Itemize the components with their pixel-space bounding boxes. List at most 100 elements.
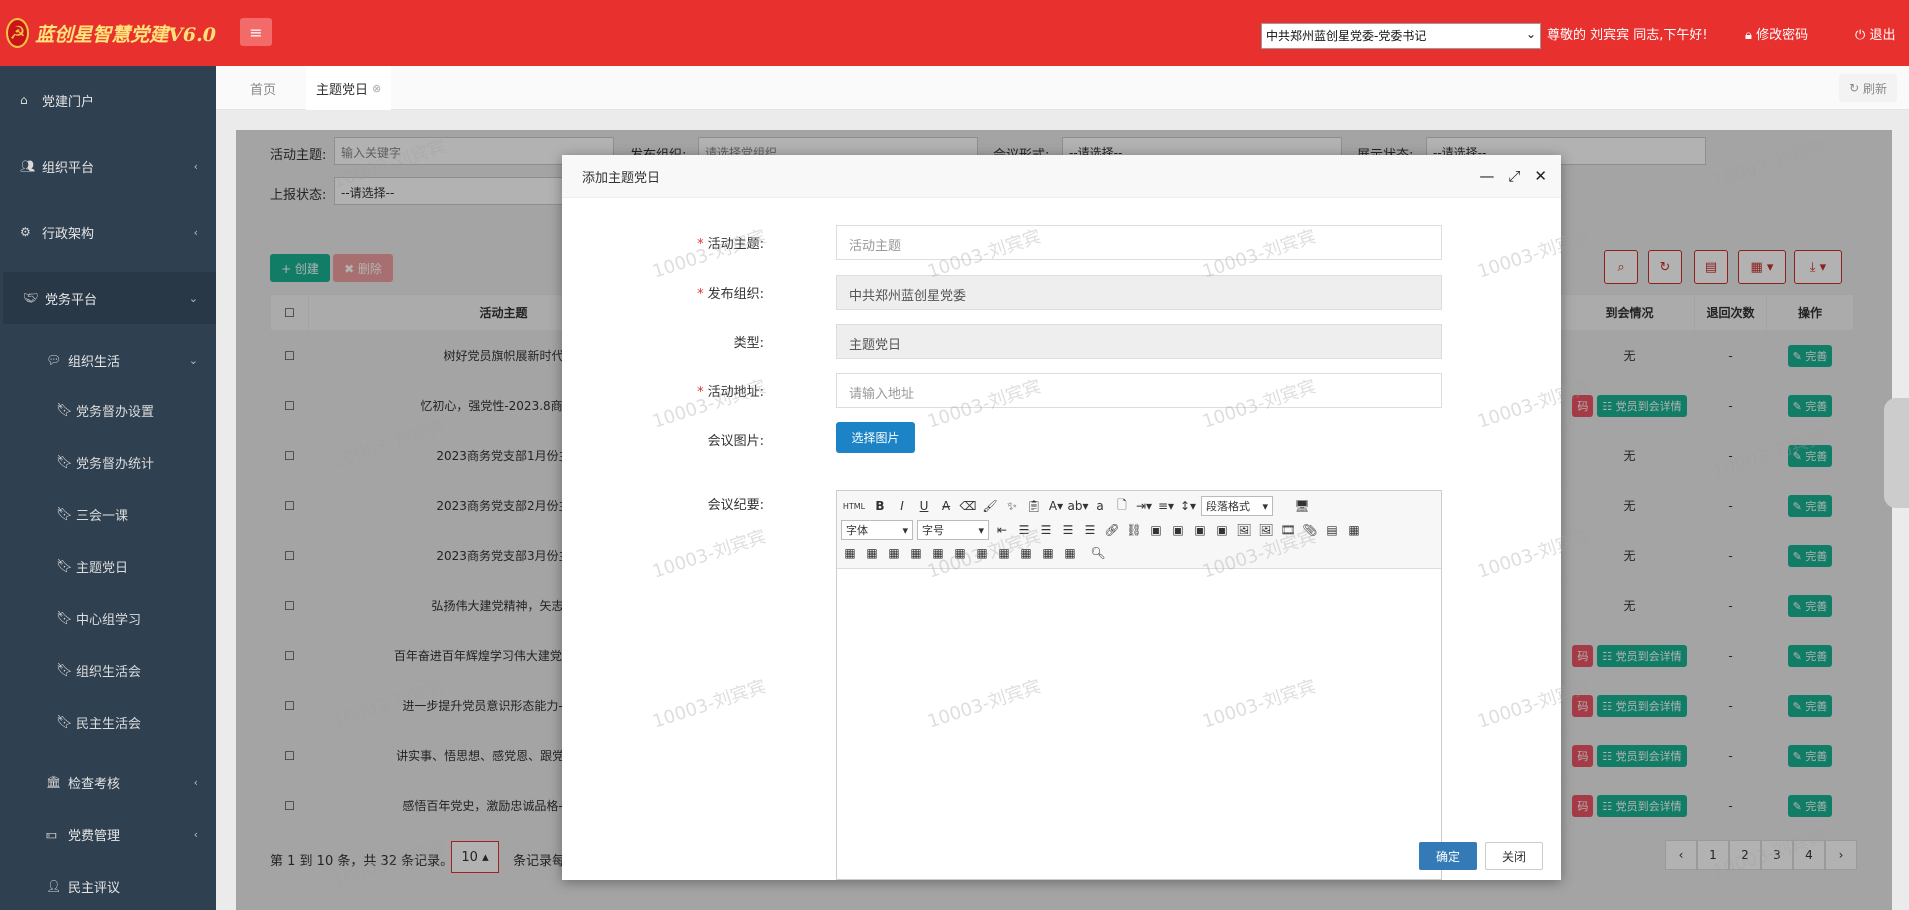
type-field[interactable]: 主题党日 [836, 324, 1442, 359]
topic-label: * 活动主题: [697, 237, 764, 252]
split-rows-icon[interactable]: ▦ [1039, 544, 1057, 562]
sidebar-item-org-platform[interactable]: 👥︎ 组织平台 ‹ [0, 140, 216, 192]
image-label: 会议图片: [707, 434, 764, 449]
image-icon[interactable]: 🖼︎ [1235, 521, 1253, 539]
chevron-down-icon: ⌄ [188, 291, 198, 305]
select-image-button[interactable]: 选择图片 [836, 422, 915, 453]
close-button[interactable]: 关闭 [1485, 842, 1543, 870]
image-none-icon[interactable]: ▣ [1191, 521, 1209, 539]
split-cols-icon[interactable]: ▦ [1061, 544, 1079, 562]
outdent-icon[interactable]: ⇤ [993, 521, 1011, 539]
sidebar-item-admin-structure[interactable]: ⚙ 行政架构 ‹ [0, 206, 216, 258]
align-center-icon[interactable]: ☰ [1037, 521, 1055, 539]
home-icon: ⌂ [20, 93, 28, 107]
align-left-icon[interactable]: ☰ [1015, 521, 1033, 539]
strike-icon[interactable]: A̶ [937, 497, 955, 515]
video-icon[interactable]: 🎞︎ [1279, 521, 1297, 539]
insert-col-icon[interactable]: ▦ [907, 544, 925, 562]
paste-icon[interactable]: 📋︎ [1025, 497, 1043, 515]
sidebar-sub-democratic-life[interactable]: 🔖︎ 民主生活会 [0, 696, 216, 748]
html-source-icon[interactable]: HTML [841, 497, 867, 515]
users-icon: 👥︎ [20, 159, 36, 173]
indent-icon[interactable]: ⇥▾ [1135, 497, 1153, 515]
refresh-button[interactable]: ↻ 刷新 [1839, 74, 1897, 102]
close-icon[interactable]: ✕ [1534, 167, 1547, 185]
table-icon[interactable]: ▦ [1345, 521, 1363, 539]
delete-table-icon[interactable]: ▦ [841, 544, 859, 562]
image-right-icon[interactable]: ▣ [1169, 521, 1187, 539]
minimize-icon[interactable]: — [1479, 167, 1494, 185]
sidebar-item-inspection[interactable]: 🏛︎ 检查考核 ‹ [0, 756, 216, 808]
align-icon[interactable]: ≡▾ [1157, 497, 1175, 515]
lock-icon: 🔒︎ [1745, 28, 1752, 43]
line-height-icon[interactable]: ↕▾ [1179, 497, 1197, 515]
text-box-icon[interactable]: a [1091, 497, 1109, 515]
cogs-icon: ⚙ [20, 225, 31, 239]
merge-right-icon[interactable]: ▦ [973, 544, 991, 562]
side-speed-widget[interactable] [1884, 398, 1909, 508]
italic-icon[interactable]: I [893, 497, 911, 515]
sidebar-item-evaluation[interactable]: 👤︎ 民主评议 [0, 860, 216, 910]
editor-body[interactable] [837, 569, 1441, 879]
logout-link[interactable]: ⏻ 退出 [1855, 24, 1895, 43]
font-color-icon[interactable]: A▾ [1047, 497, 1065, 515]
sidebar-item-party-affairs[interactable]: 🤝︎ 党务平台 ⌄ [0, 272, 216, 324]
magic-icon[interactable]: ✨︎ [1003, 497, 1021, 515]
insert-row-icon[interactable]: ▦ [863, 544, 881, 562]
greeting-text: 尊敬的 刘宾宾 同志,下午好! [1547, 28, 1708, 43]
tab-home[interactable]: 首页 [250, 66, 276, 110]
highlight-icon[interactable]: ab▾ [1068, 497, 1089, 515]
delete-col-icon[interactable]: ▦ [929, 544, 947, 562]
close-icon[interactable]: ⊗ [372, 82, 381, 95]
merge-down-icon[interactable]: ▦ [995, 544, 1013, 562]
sidebar: ⌂ 党建门户 👥︎ 组织平台 ‹ ⚙ 行政架构 ‹ 🤝︎ 党务平台 ⌄ 💬︎ 组织生活 ⌄ 🔖︎ 党… [0, 66, 216, 910]
sidebar-item-org-life[interactable]: 💬︎ 组织生活 ⌄ [0, 334, 216, 386]
split-cell-icon[interactable]: ▦ [1017, 544, 1035, 562]
handshake-icon: 🤝︎ [23, 291, 39, 305]
sidebar-sub-supervise-stats[interactable]: 🔖︎ 党务督办统计 [0, 436, 216, 488]
address-textarea[interactable]: 请输入地址 [836, 373, 1442, 408]
bookmark-icon: 🔖︎ [56, 558, 73, 574]
confirm-button[interactable]: 确定 [1419, 842, 1477, 870]
page-tabs: 首页 主题党日 ⊗ ↻ 刷新 [216, 66, 1909, 110]
underline-icon[interactable]: U [915, 497, 933, 515]
image-center-icon[interactable]: ▣ [1213, 521, 1231, 539]
sidebar-sub-org-life-meeting[interactable]: 🔖︎ 组织生活会 [0, 644, 216, 696]
address-label: * 活动地址: [697, 385, 764, 400]
modal-header: 添加主题党日 — ⤢ ✕ [562, 155, 1561, 198]
sidebar-sub-theme-day[interactable]: 🔖︎ 主题党日 [0, 540, 216, 592]
template-icon[interactable]: ▤ [1323, 521, 1341, 539]
tab-theme-day[interactable]: 主题党日 ⊗ [306, 66, 392, 110]
org-field[interactable]: 中共郑州蓝创星党委 [836, 275, 1442, 310]
app-title: 蓝创星智慧党建V6.0 [35, 23, 216, 46]
sidebar-sub-supervise-settings[interactable]: 🔖︎ 党务督办设置 [0, 384, 216, 436]
paragraph-select[interactable]: 段落格式 ▾ [1201, 496, 1273, 516]
sidebar-sub-three-meetings[interactable]: 🔖︎ 三会一课 [0, 488, 216, 540]
align-justify-icon[interactable]: ☰ [1081, 521, 1099, 539]
font-family-select[interactable]: 字体 ▾ [841, 520, 913, 540]
eraser-icon[interactable]: ⌫ [959, 497, 977, 515]
change-password-link[interactable]: 🔒︎ 修改密码 [1745, 24, 1808, 43]
unlink-icon[interactable]: ⛓︎ [1125, 521, 1143, 539]
delete-row-icon[interactable]: ▦ [885, 544, 903, 562]
search-replace-icon[interactable]: 🔍︎ [1089, 544, 1107, 562]
maximize-icon[interactable]: ⤢ [1508, 167, 1520, 185]
topic-input[interactable]: 活动主题 [836, 225, 1442, 260]
sidebar-item-dues[interactable]: 💴︎ 党费管理 ‹ [0, 808, 216, 860]
multi-image-icon[interactable]: 🖼︎ [1257, 521, 1275, 539]
fullscreen-icon[interactable]: 🖥︎ [1293, 497, 1311, 515]
page-icon[interactable]: 🗋︎ [1113, 497, 1131, 515]
bold-icon[interactable]: B [871, 497, 889, 515]
app-logo: ☭ 蓝创星智慧党建V6.0 [0, 0, 216, 66]
brush-icon[interactable]: 🖌︎ [981, 497, 999, 515]
merge-cells-icon[interactable]: ▦ [951, 544, 969, 562]
sidebar-sub-center-study[interactable]: 🔖︎ 中心组学习 [0, 592, 216, 644]
align-right-icon[interactable]: ☰ [1059, 521, 1077, 539]
org-role-select[interactable]: 中共郑州蓝创星党委-党委书记 ⌄ [1261, 23, 1541, 49]
font-size-select[interactable]: 字号 ▾ [917, 520, 989, 540]
link-icon[interactable]: 🔗︎ [1103, 521, 1121, 539]
sidebar-item-portal[interactable]: ⌂ 党建门户 [0, 74, 216, 126]
menu-toggle-button[interactable]: ≡ [240, 18, 272, 46]
image-left-icon[interactable]: ▣ [1147, 521, 1165, 539]
attachment-icon[interactable]: 📎︎ [1301, 521, 1319, 539]
